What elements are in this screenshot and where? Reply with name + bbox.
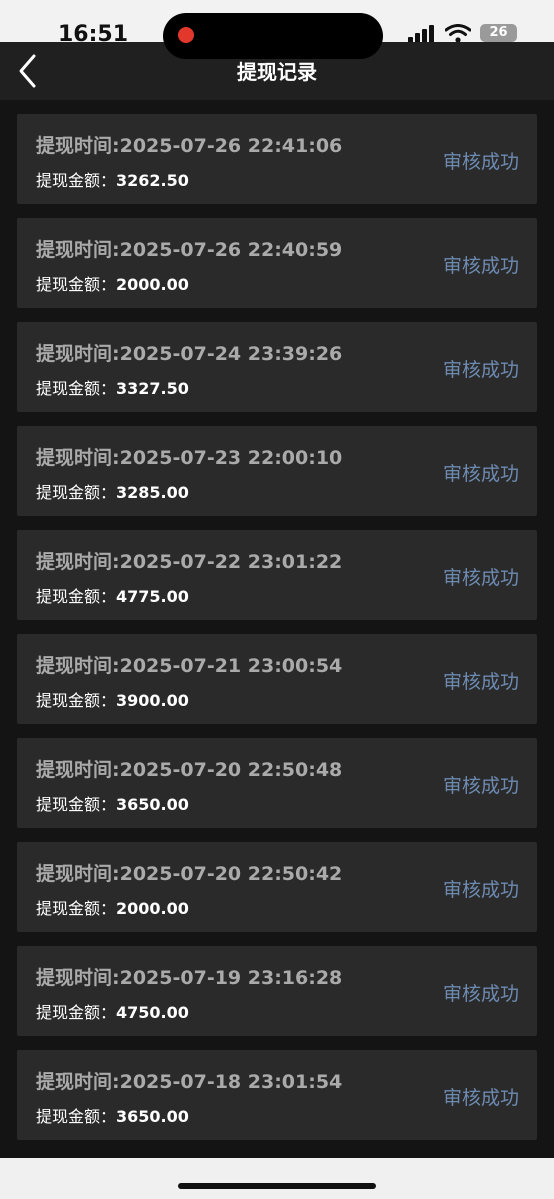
page-title: 提现记录	[237, 60, 317, 84]
status-badge: 审核成功	[442, 1087, 519, 1109]
status-badge: 审核成功	[442, 983, 519, 1005]
status-badge: 审核成功	[442, 671, 519, 693]
withdrawal-amount-value: 4775.00	[116, 587, 189, 606]
withdrawal-amount-value: 3262.50	[116, 171, 189, 190]
withdrawal-time: 提现时间:2025-07-23 22:00:10	[36, 443, 342, 470]
withdrawal-time-value: 2025-07-23 22:00:10	[119, 447, 343, 469]
list-item[interactable]: 提现时间:2025-07-20 22:50:42 提现金额：2000.00 审核成功	[17, 842, 537, 932]
withdrawal-amount-value: 2000.00	[116, 275, 189, 294]
withdrawal-time-label: 提现时间:	[36, 135, 120, 157]
status-badge: 审核成功	[442, 359, 519, 381]
withdrawal-amount-label: 提现金额：	[36, 171, 117, 190]
recording-indicator-icon	[178, 27, 194, 43]
home-indicator[interactable]	[178, 1183, 376, 1189]
dynamic-island	[163, 13, 383, 59]
withdrawal-time-label: 提现时间:	[36, 1071, 120, 1093]
withdrawal-amount: 提现金额：3900.00	[36, 687, 189, 711]
status-badge: 审核成功	[442, 775, 519, 797]
list-item[interactable]: 提现时间:2025-07-21 23:00:54 提现金额：3900.00 审核成功	[17, 634, 537, 724]
withdrawal-time: 提现时间:2025-07-18 23:01:54	[36, 1067, 342, 1094]
withdrawal-amount-value: 4750.00	[116, 1003, 189, 1022]
list-item[interactable]: 提现时间:2025-07-22 23:01:22 提现金额：4775.00 审核成功	[17, 530, 537, 620]
withdrawal-amount: 提现金额：2000.00	[36, 271, 189, 295]
withdrawal-amount: 提现金额：3285.00	[36, 479, 189, 503]
withdrawal-time-value: 2025-07-26 22:40:59	[119, 239, 343, 261]
withdrawal-amount-value: 3650.00	[116, 795, 189, 814]
withdrawal-time: 提现时间:2025-07-26 22:41:06	[36, 131, 342, 158]
withdrawal-amount-label: 提现金额：	[36, 1107, 117, 1126]
withdrawal-time: 提现时间:2025-07-26 22:40:59	[36, 235, 342, 262]
wifi-icon	[445, 24, 471, 43]
withdrawal-amount-label: 提现金额：	[36, 1003, 117, 1022]
withdrawal-time-value: 2025-07-20 22:50:42	[119, 863, 343, 885]
list-item[interactable]: 提现时间:2025-07-24 23:39:26 提现金额：3327.50 审核成功	[17, 322, 537, 412]
list-item[interactable]: 提现时间:2025-07-20 22:50:48 提现金额：3650.00 审核成功	[17, 738, 537, 828]
withdrawal-amount-label: 提现金额：	[36, 587, 117, 606]
bottom-safe-area	[0, 1158, 554, 1199]
withdrawal-amount-label: 提现金额：	[36, 483, 117, 502]
list-item[interactable]: 提现时间:2025-07-23 22:00:10 提现金额：3285.00 审核成功	[17, 426, 537, 516]
withdrawal-time-label: 提现时间:	[36, 343, 120, 365]
withdrawal-time-value: 2025-07-20 22:50:48	[119, 759, 343, 781]
signal-icon	[408, 25, 434, 43]
withdrawal-time-label: 提现时间:	[36, 239, 120, 261]
withdrawal-amount-label: 提现金额：	[36, 275, 117, 294]
withdrawal-time: 提现时间:2025-07-20 22:50:48	[36, 755, 342, 782]
list-item[interactable]: 提现时间:2025-07-26 22:40:59 提现金额：2000.00 审核成功	[17, 218, 537, 308]
status-badge: 审核成功	[442, 567, 519, 589]
withdrawal-time: 提现时间:2025-07-22 23:01:22	[36, 547, 342, 574]
withdrawal-time-value: 2025-07-21 23:00:54	[119, 655, 343, 677]
withdrawal-time: 提现时间:2025-07-20 22:50:42	[36, 859, 342, 886]
withdrawal-time-label: 提现时间:	[36, 655, 120, 677]
withdrawal-time: 提现时间:2025-07-21 23:00:54	[36, 651, 342, 678]
battery-icon: 26	[480, 24, 517, 42]
withdrawal-amount: 提现金额：4750.00	[36, 999, 189, 1023]
withdrawal-amount: 提现金额：4775.00	[36, 583, 189, 607]
withdrawal-time: 提现时间:2025-07-24 23:39:26	[36, 339, 342, 366]
withdrawal-amount: 提现金额：3327.50	[36, 375, 189, 399]
withdrawal-amount: 提现金额：3650.00	[36, 791, 189, 815]
status-badge: 审核成功	[442, 151, 519, 173]
withdrawal-time-value: 2025-07-22 23:01:22	[119, 551, 343, 573]
withdrawal-time-label: 提现时间:	[36, 967, 120, 989]
list-item[interactable]: 提现时间:2025-07-19 23:16:28 提现金额：4750.00 审核成功	[17, 946, 537, 1036]
withdrawal-time-label: 提现时间:	[36, 863, 120, 885]
status-badge: 审核成功	[442, 255, 519, 277]
withdrawal-amount-label: 提现金额：	[36, 795, 117, 814]
withdrawal-amount-value: 3650.00	[116, 1107, 189, 1126]
withdrawal-amount-value: 3285.00	[116, 483, 189, 502]
withdrawal-amount-label: 提现金额：	[36, 379, 117, 398]
status-bar: 16:51 26	[0, 0, 554, 59]
withdrawal-amount-value: 2000.00	[116, 899, 189, 918]
withdrawal-amount: 提现金额：3262.50	[36, 167, 189, 191]
withdrawal-time-label: 提现时间:	[36, 447, 120, 469]
list-item[interactable]: 提现时间:2025-07-26 22:41:06 提现金额：3262.50 审核成功	[17, 114, 537, 204]
status-badge: 审核成功	[442, 879, 519, 901]
withdrawal-amount: 提现金额：2000.00	[36, 895, 189, 919]
withdrawal-time-label: 提现时间:	[36, 551, 120, 573]
list-item[interactable]: 提现时间:2025-07-18 23:01:54 提现金额：3650.00 审核成功	[17, 1050, 537, 1140]
withdrawal-time-value: 2025-07-18 23:01:54	[119, 1071, 343, 1093]
withdrawal-time-value: 2025-07-26 22:41:06	[119, 135, 343, 157]
withdrawal-amount: 提现金额：3650.00	[36, 1103, 189, 1127]
withdrawal-time: 提现时间:2025-07-19 23:16:28	[36, 963, 342, 990]
withdrawal-record-list[interactable]: 提现时间:2025-07-26 22:41:06 提现金额：3262.50 审核成功…	[17, 114, 537, 1158]
withdrawal-time-value: 2025-07-19 23:16:28	[119, 967, 343, 989]
withdrawal-amount-value: 3327.50	[116, 379, 189, 398]
withdrawal-amount-value: 3900.00	[116, 691, 189, 710]
withdrawal-amount-label: 提现金额：	[36, 691, 117, 710]
withdrawal-amount-label: 提现金额：	[36, 899, 117, 918]
status-badge: 审核成功	[442, 463, 519, 485]
withdrawal-time-label: 提现时间:	[36, 759, 120, 781]
withdrawal-time-value: 2025-07-24 23:39:26	[119, 343, 343, 365]
